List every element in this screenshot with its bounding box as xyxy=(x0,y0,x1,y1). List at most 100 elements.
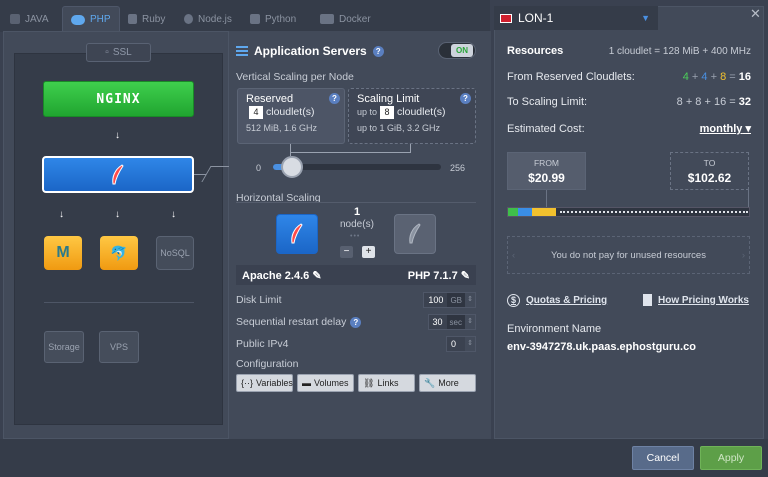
slider-tick xyxy=(410,144,411,153)
links-button[interactable]: ⛓ Links xyxy=(358,374,415,392)
tab-docker[interactable]: Docker xyxy=(320,6,371,32)
caret-down-icon: ▾ xyxy=(745,123,751,135)
mysql-node[interactable]: 🐬 xyxy=(100,236,138,270)
disk-limit-row: Disk Limit 100 GB ⇕ xyxy=(236,292,476,308)
reserved-spec: 512 MiB, 1.6 GHz xyxy=(246,123,318,133)
tab-php[interactable]: PHP xyxy=(62,6,120,32)
app-servers-toggle[interactable]: ON xyxy=(438,42,476,59)
price-from: FROM $20.99 xyxy=(507,152,586,190)
cost-gauge xyxy=(507,207,750,217)
env-name-value[interactable]: env-3947278.uk.paas.ephostguru.co xyxy=(507,341,696,353)
nginx-balancer-node[interactable]: NGINX xyxy=(43,81,194,117)
increase-nodes-button[interactable]: + xyxy=(362,246,375,258)
price-to: TO $102.62 xyxy=(670,152,749,190)
edit-icon: ✎ xyxy=(460,269,470,282)
spinner-icon[interactable]: ⇕ xyxy=(465,337,475,351)
scaling-limit-row: To Scaling Limit: 8 + 8 + 16 = 32 xyxy=(507,96,751,108)
php-version-select[interactable]: PHP 7.1.7 ✎ xyxy=(408,269,470,282)
gauge-dots xyxy=(560,211,748,213)
dropdown-arrow-icon: ▼ xyxy=(641,13,650,23)
servers-icon xyxy=(236,45,248,57)
how-pricing-works-link[interactable]: How Pricing Works xyxy=(643,294,749,306)
gauge-segment-yellow xyxy=(532,208,556,216)
gauge-segment-green xyxy=(508,208,518,216)
reserved-cloudlets-input[interactable]: 4 xyxy=(249,106,263,119)
divider xyxy=(236,202,476,203)
feather-icon xyxy=(112,163,124,184)
slider-min-label: 0 xyxy=(256,163,262,173)
edit-icon: ✎ xyxy=(312,269,322,282)
help-icon[interactable]: ? xyxy=(372,45,384,57)
help-icon[interactable]: ? xyxy=(460,93,471,104)
cost-period-select[interactable]: monthly ▾ xyxy=(700,122,751,135)
public-ipv4-field[interactable]: 0 ⇕ xyxy=(446,336,476,352)
chevron-left-icon[interactable]: ‹ xyxy=(512,250,515,261)
wrench-icon: 🔧 xyxy=(424,377,436,388)
storage-node[interactable]: Storage xyxy=(44,331,84,363)
slider-bracket xyxy=(290,152,410,153)
more-button[interactable]: 🔧 More xyxy=(419,374,476,392)
disk-limit-field[interactable]: 100 GB ⇕ xyxy=(423,292,476,308)
reserved-box: Reserved ? 4 cloudlet(s) 512 MiB, 1.6 GHz xyxy=(237,88,345,144)
mariadb-icon: M xyxy=(56,244,70,261)
env-name-label: Environment Name xyxy=(507,323,602,335)
help-icon[interactable]: ? xyxy=(350,316,362,328)
server-version-select[interactable]: Apache 2.4.6 ✎ xyxy=(242,269,322,282)
public-ipv4-row: Public IPv4 0 ⇕ xyxy=(236,336,476,352)
nosql-node[interactable]: NoSQL xyxy=(156,236,194,270)
tab-ruby[interactable]: Ruby xyxy=(128,6,165,32)
node-unit: node(s) xyxy=(340,219,374,230)
close-icon[interactable]: ✕ xyxy=(750,6,761,22)
decrease-nodes-button[interactable]: − xyxy=(340,246,353,258)
php-node-icon-button[interactable] xyxy=(276,214,318,254)
feather-icon xyxy=(409,223,421,244)
nodejs-icon xyxy=(184,14,193,24)
restart-delay-field[interactable]: 30 sec ⇕ xyxy=(427,314,476,330)
apply-button[interactable]: Apply xyxy=(700,446,762,470)
slider-max-label: 256 xyxy=(450,163,466,173)
variables-button[interactable]: {··} Variables xyxy=(236,374,293,392)
scaling-limit-box: Scaling Limit ? up to 8 cloudlet(s) up to … xyxy=(348,88,476,144)
feather-icon xyxy=(291,223,303,244)
docker-icon xyxy=(320,14,334,24)
gauge-marker xyxy=(748,190,749,207)
dollar-icon: $ xyxy=(507,294,520,307)
vertical-scaling-label: Vertical Scaling per Node xyxy=(236,71,354,83)
version-bar: Apache 2.4.6 ✎ PHP 7.1.7 ✎ xyxy=(236,265,476,285)
braces-icon: {··} xyxy=(241,378,254,388)
slider-handle[interactable] xyxy=(281,156,303,178)
spinner-icon[interactable]: ⇕ xyxy=(465,315,475,329)
link-icon: ⛓ xyxy=(363,377,375,388)
tab-nodejs[interactable]: Node.js xyxy=(184,6,232,32)
resources-row: Resources 1 cloudlet = 128 MiB + 400 MHz xyxy=(507,45,751,57)
chevron-right-icon[interactable]: › xyxy=(742,250,745,261)
spinner-icon[interactable]: ⇕ xyxy=(465,293,475,307)
estimated-cost-row: Estimated Cost: monthly ▾ xyxy=(507,122,751,136)
java-icon xyxy=(10,14,20,24)
volumes-button[interactable]: ▬ Volumes xyxy=(297,374,354,392)
python-icon xyxy=(250,14,260,24)
arrow-down-icon: ↓ xyxy=(171,209,176,220)
cancel-button[interactable]: Cancel xyxy=(632,446,694,470)
document-icon xyxy=(643,294,652,306)
limit-cloudlets-input[interactable]: 8 xyxy=(380,106,395,119)
volume-icon: ▬ xyxy=(302,378,311,388)
region-select[interactable]: LON-1 ▼ xyxy=(494,6,658,30)
help-icon[interactable]: ? xyxy=(329,93,340,104)
php-app-server-node[interactable] xyxy=(42,156,194,193)
configuration-label: Configuration xyxy=(236,358,299,370)
add-node-placeholder[interactable] xyxy=(394,214,436,254)
reserved-title: Reserved xyxy=(246,93,294,105)
slider-tick xyxy=(290,144,291,156)
node-dots: ••• xyxy=(350,233,361,240)
mariadb-node[interactable]: M xyxy=(44,236,82,270)
tab-java[interactable]: JAVA xyxy=(10,6,49,32)
quotas-pricing-link[interactable]: $ Quotas & Pricing xyxy=(507,294,607,307)
php-icon xyxy=(71,14,85,25)
arrow-down-icon: ↓ xyxy=(59,209,64,220)
reserved-cloudlets-row: From Reserved Cloudlets: 4 + 4 + 8 = 16 xyxy=(507,71,751,83)
tab-python[interactable]: Python xyxy=(250,6,296,32)
vps-node[interactable]: VPS xyxy=(99,331,139,363)
unused-resources-note: ‹ You do not pay for unused resources › xyxy=(507,236,750,274)
ssl-button[interactable]: ▫ SSL xyxy=(86,43,151,62)
